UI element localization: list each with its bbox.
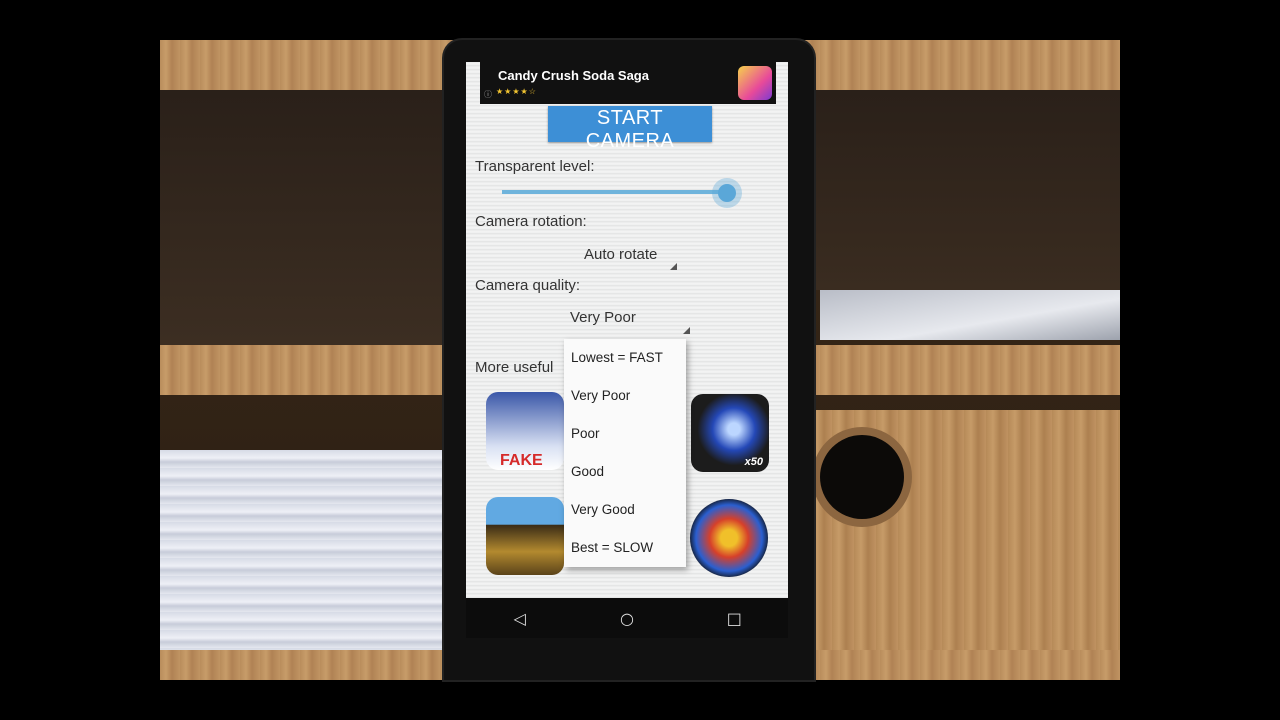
zoom-label: x50 [744,456,763,468]
camera-rotation-label: Camera rotation: [475,213,587,230]
back-icon[interactable]: ◁ [505,609,535,628]
shelf-shadow [810,90,1120,290]
info-icon[interactable]: ⓘ [484,89,492,100]
quality-option[interactable]: Best = SLOW [564,529,686,567]
quality-option[interactable]: Lowest = FAST [564,339,686,377]
app-screen: ⓘ Candy Crush Soda Saga ★★★★☆ START CAME… [466,62,788,598]
home-icon[interactable]: ○ [612,609,642,628]
quality-spinner[interactable]: Very Poor [570,309,636,326]
quality-option[interactable]: Very Good [564,491,686,529]
dropdown-arrow-icon [670,263,677,270]
paper-stack [820,290,1120,340]
dropdown-arrow-icon [683,327,690,334]
quality-option[interactable]: Poor [564,415,686,453]
ad-banner[interactable]: ⓘ Candy Crush Soda Saga ★★★★☆ [480,62,776,104]
quality-option[interactable]: Good [564,453,686,491]
game-app-icon [738,66,772,100]
transparent-level-label: Transparent level: [475,158,595,175]
fake-call-app-icon[interactable]: FAKE [486,392,564,470]
android-nav-bar: ◁ ○ □ [466,598,788,638]
fake-label: FAKE [500,452,543,469]
recents-icon[interactable]: □ [719,609,749,628]
transparent-level-slider[interactable] [502,190,732,194]
start-camera-button[interactable]: START CAMERA [548,106,712,152]
thermal-hand-app-icon[interactable] [690,499,768,577]
quality-option[interactable]: Very Poor [564,377,686,415]
shelf-shadow [160,90,450,345]
star-rating: ★★★★☆ [496,87,537,96]
flashlight-app-icon[interactable]: x50 [691,394,769,472]
drawer-hole [820,435,904,519]
more-apps-label: More useful [475,359,554,376]
quality-dropdown-menu: Lowest = FAST Very Poor Poor Good Very G… [564,339,686,567]
ad-title: Candy Crush Soda Saga [498,68,649,83]
rotation-spinner[interactable]: Auto rotate [584,246,657,263]
metal-detector-app-icon[interactable] [486,497,564,575]
camera-quality-label: Camera quality: [475,277,581,294]
slider-thumb[interactable] [718,184,736,202]
paper-stack [160,450,460,650]
